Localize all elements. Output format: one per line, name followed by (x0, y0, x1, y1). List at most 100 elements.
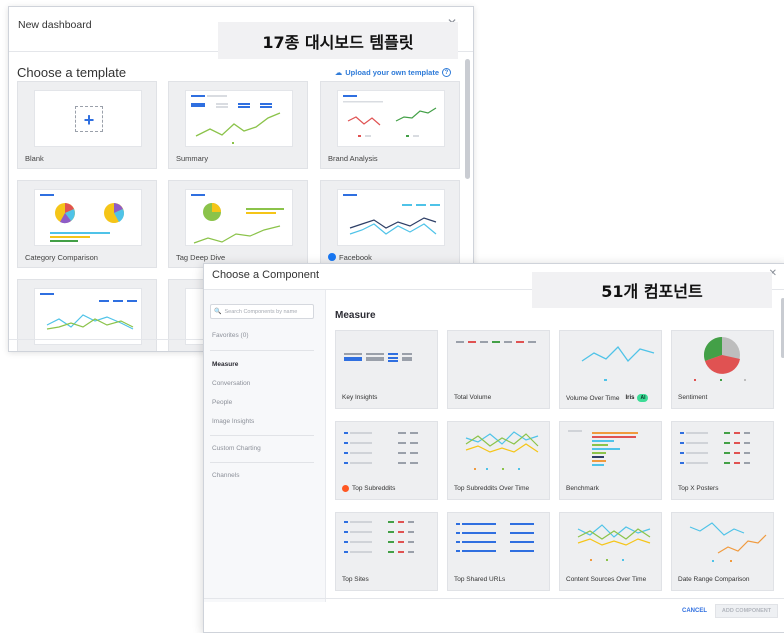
template-card-facebook[interactable]: Facebook (320, 180, 460, 268)
window-title: New dashboard (18, 19, 92, 31)
component-thumbnail (672, 331, 773, 383)
scrollbar[interactable] (465, 59, 470, 179)
components-count-banner: 51개 컴포넌트 (532, 272, 772, 308)
component-card-volume-over-time[interactable]: Volume Over Time Iris AI (559, 330, 662, 409)
template-thumbnail (185, 90, 293, 147)
component-card-total-volume[interactable]: Total Volume (447, 330, 550, 409)
search-icon: 🔍 (214, 309, 222, 315)
facebook-icon (328, 253, 336, 261)
component-category-sidebar: 🔍 Search Components by name Favorites (0… (204, 290, 326, 602)
section-heading: Measure (335, 310, 376, 321)
category-comparison-preview-chart (40, 194, 124, 242)
search-placeholder: Search Components by name (224, 308, 298, 315)
component-thumbnail (672, 422, 773, 474)
partial-template-preview-chart (40, 293, 137, 330)
component-label: Content Sources Over Time (566, 576, 647, 583)
cancel-button[interactable]: CANCEL (679, 604, 710, 618)
component-card-content-sources-over-time[interactable]: Content Sources Over Time (559, 512, 662, 591)
component-card-top-subreddits[interactable]: Top Subreddits (335, 421, 438, 500)
template-label: Category Comparison (25, 253, 98, 262)
ai-badge: AI (637, 394, 649, 402)
component-card-date-range-comparison[interactable]: Date Range Comparison (671, 512, 774, 591)
template-label: Facebook (328, 253, 372, 262)
facebook-preview-chart (343, 194, 440, 235)
template-thumbnail (185, 189, 293, 246)
sidebar-item-image-insights[interactable]: Image Insights (212, 418, 254, 425)
facebook-label: Facebook (339, 253, 372, 262)
component-card-top-shared-urls[interactable]: Top Shared URLs (447, 512, 550, 591)
sidebar-item-people[interactable]: People (212, 399, 232, 406)
component-label: Top X Posters (678, 485, 719, 492)
component-label-text: Top Subreddits (352, 485, 396, 492)
component-thumbnail (448, 513, 549, 565)
component-label: Top Subreddits Over Time (454, 485, 530, 492)
divider (210, 462, 314, 463)
component-thumbnail (448, 422, 549, 474)
component-card-top-sites[interactable]: Top Sites (335, 512, 438, 591)
component-label: Key Insights (342, 394, 378, 401)
template-card-category-comparison[interactable]: Category Comparison (17, 180, 157, 268)
reddit-icon (342, 485, 349, 492)
component-thumbnail (560, 513, 661, 565)
template-label: Tag Deep Dive (176, 253, 226, 262)
tag-deep-dive-preview-chart (191, 194, 284, 244)
search-input[interactable]: 🔍 Search Components by name (210, 304, 314, 319)
component-card-top-x-posters[interactable]: Top X Posters (671, 421, 774, 500)
divider (204, 598, 784, 599)
template-thumbnail (34, 288, 142, 345)
divider (210, 435, 314, 436)
template-label: Summary (176, 154, 209, 163)
template-thumbnail (34, 189, 142, 246)
component-label: Benchmark (566, 485, 599, 492)
component-label-text: Volume Over Time (566, 394, 620, 402)
choose-component-window: Choose a Component ✕ 🔍 Search Components… (203, 263, 784, 633)
template-card-brand-analysis[interactable]: Brand Analysis (320, 81, 460, 169)
component-thumbnail (672, 513, 773, 565)
component-label: Date Range Comparison (678, 576, 750, 583)
component-thumbnail (336, 513, 437, 565)
template-card-partial[interactable] (17, 279, 157, 351)
brand-analysis-preview-chart (343, 95, 437, 137)
template-thumbnail (337, 90, 445, 147)
sidebar-item-custom-charting[interactable]: Custom Charting (212, 445, 261, 452)
component-label: Volume Over Time Iris AI (566, 394, 649, 402)
upload-link-label: Upload your own template (345, 68, 439, 77)
component-card-top-subreddits-over-time[interactable]: Top Subreddits Over Time (447, 421, 550, 500)
component-label: Sentiment (678, 394, 708, 401)
component-thumbnail (560, 422, 661, 474)
component-card-sentiment[interactable]: Sentiment (671, 330, 774, 409)
template-label: Brand Analysis (328, 154, 378, 163)
component-thumbnail (560, 331, 661, 383)
component-card-benchmark[interactable]: Benchmark (559, 421, 662, 500)
dashed-placeholder: + (75, 106, 103, 132)
component-thumbnail (336, 331, 437, 383)
upload-template-link[interactable]: ☁ Upload your own template ? (335, 68, 451, 77)
template-card-summary[interactable]: Summary (168, 81, 308, 169)
template-label: Blank (25, 154, 44, 163)
template-card-tag-deep-dive[interactable]: Tag Deep Dive (168, 180, 308, 268)
iris-brand: Iris (625, 395, 635, 401)
summary-preview-chart (191, 95, 281, 144)
component-thumbnail (448, 331, 549, 383)
sidebar-item-channels[interactable]: Channels (212, 472, 239, 479)
component-label: Total Volume (454, 394, 492, 401)
divider (210, 350, 314, 351)
section-heading: Choose a template (17, 65, 127, 80)
component-label: Top Shared URLs (454, 576, 506, 583)
add-component-button[interactable]: ADD COMPONENT (715, 604, 778, 618)
help-icon[interactable]: ? (442, 68, 451, 77)
template-thumbnail: + (34, 90, 142, 147)
component-label: Top Sites (342, 576, 369, 583)
sidebar-item-favorites[interactable]: Favorites (0) (212, 332, 248, 339)
component-card-key-insights[interactable]: Key Insights (335, 330, 438, 409)
plus-icon: + (83, 110, 95, 130)
template-thumbnail (337, 189, 445, 246)
sidebar-item-measure[interactable]: Measure (212, 361, 238, 368)
template-card-blank[interactable]: + Blank (17, 81, 157, 169)
window-title: Choose a Component (212, 269, 320, 281)
cloud-upload-icon: ☁ (334, 68, 343, 77)
templates-count-banner: 17종 대시보드 템플릿 (218, 22, 458, 59)
component-label: Top Subreddits (342, 485, 395, 492)
sidebar-item-conversation[interactable]: Conversation (212, 380, 250, 387)
component-thumbnail (336, 422, 437, 474)
